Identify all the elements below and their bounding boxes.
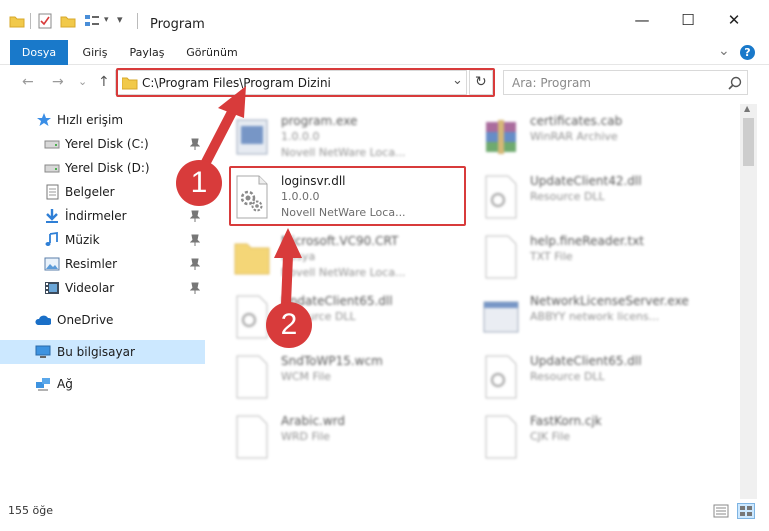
file-explorer-window: ▾ ▾ Program — ☐ ✕ Dosya Giriş Paylaş Gör…: [0, 0, 769, 531]
annotation-arrows: [198, 86, 302, 309]
arrow-2-head: [274, 228, 302, 258]
arrow-1-head: [218, 86, 246, 118]
callout-badge-2: 2: [266, 302, 312, 348]
callout-badge-1: 1: [176, 160, 222, 206]
